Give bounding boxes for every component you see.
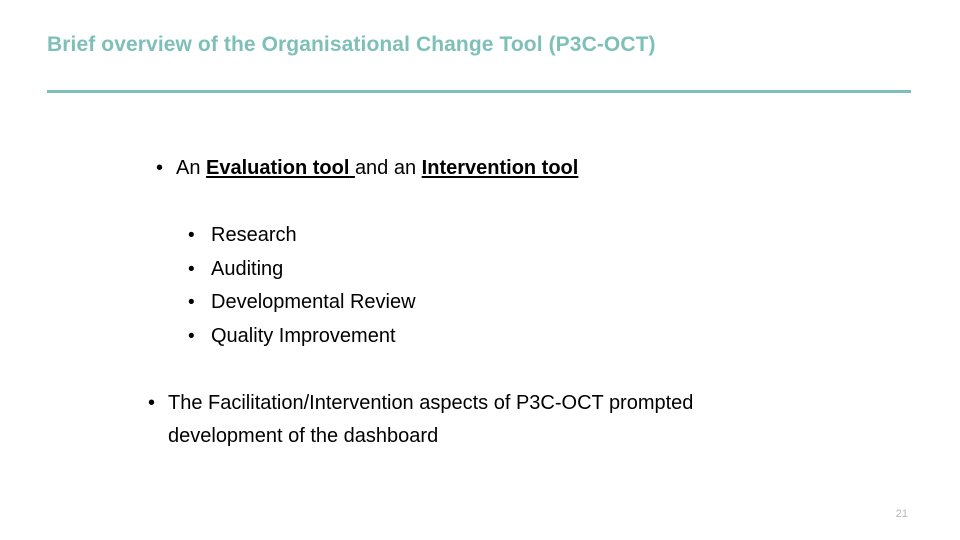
- sub-bullet-item-research: • Research: [188, 219, 608, 253]
- bullet-item-evaluation-tool: • An Evaluation tool and an Intervention…: [156, 152, 776, 184]
- sub-bullet-label: Research: [211, 224, 297, 246]
- text-lead: An: [176, 157, 207, 179]
- sub-bullet-list: • Research • Auditing • Developmental Re…: [188, 219, 608, 353]
- bullet-marker-icon: •: [148, 392, 156, 414]
- bullet-marker-icon: •: [188, 225, 195, 246]
- sub-bullet-label: Developmental Review: [211, 291, 416, 313]
- bullet-item-dashboard: • The Facilitation/Intervention aspects …: [148, 387, 748, 453]
- emphasis-intervention-tool: Intervention tool: [421, 157, 579, 179]
- bullet-marker-icon: •: [188, 292, 195, 313]
- bullet-marker-icon: •: [188, 258, 195, 280]
- sub-bullet-item-developmental-review: • Developmental Review: [188, 286, 608, 320]
- sub-bullet-item-quality-improvement: • Quality Improvement: [188, 320, 608, 354]
- bullet-marker-icon: •: [188, 325, 195, 347]
- sub-bullet-label: Quality Improvement: [211, 324, 396, 347]
- sub-bullet-item-auditing: • Auditing: [188, 253, 608, 287]
- slide: Brief overview of the Organisational Cha…: [0, 0, 960, 540]
- text-middle: and an: [354, 157, 422, 179]
- emphasis-evaluation-tool: Evaluation tool: [206, 157, 350, 179]
- bullet-text-dashboard: The Facilitation/Intervention aspects of…: [168, 392, 694, 447]
- bullet-marker-icon: •: [156, 157, 164, 179]
- slide-body: • An Evaluation tool and an Intervention…: [0, 0, 960, 540]
- sub-bullet-label: Auditing: [211, 257, 284, 280]
- page-number: 21: [895, 508, 908, 520]
- bullet-text-evaluation-tool: An Evaluation tool and an Intervention t…: [176, 152, 578, 184]
